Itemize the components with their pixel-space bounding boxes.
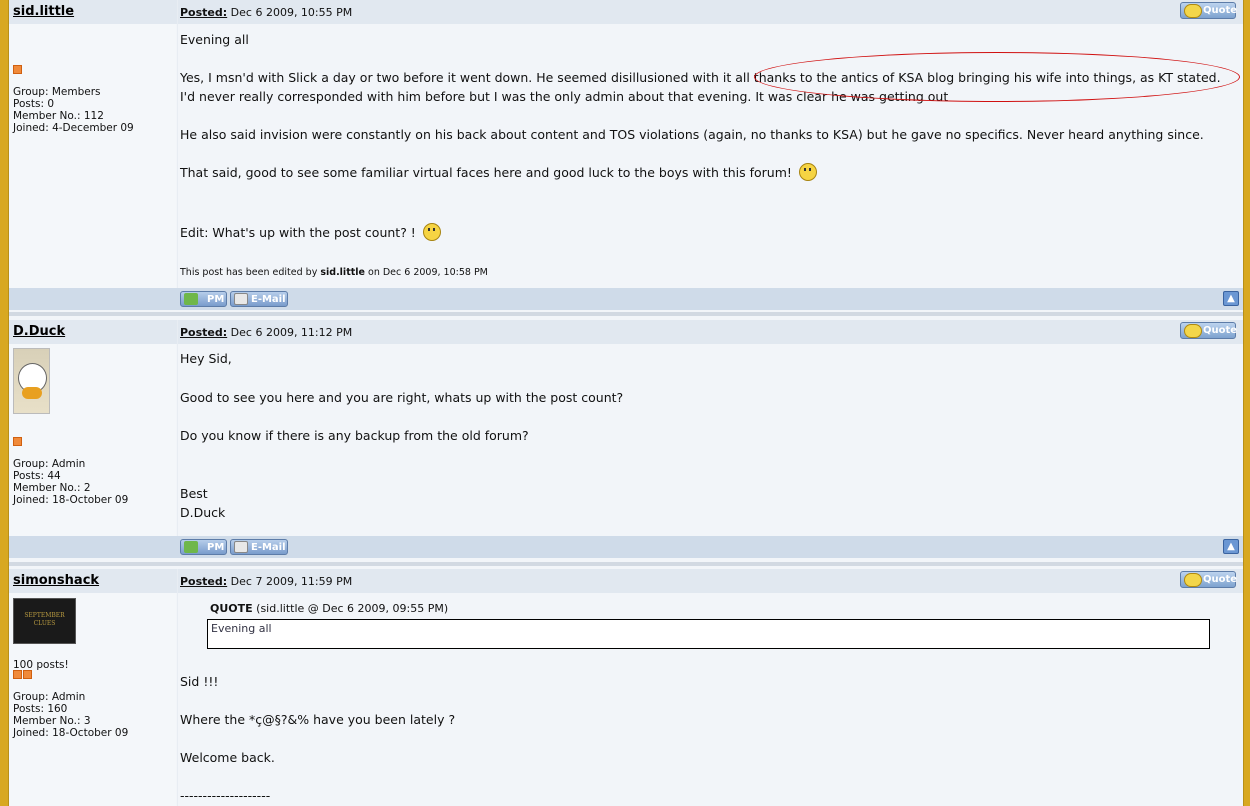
online-status-icon [13,437,22,446]
author-posts: Posts: 44 [13,470,61,482]
author-meta: Group: Admin Posts: 160 Member No.: 3 Jo… [13,691,128,739]
edit-prefix: This post has been edited by [180,267,318,278]
quote-button[interactable]: Quote [1180,322,1238,339]
quote-button[interactable]: Quote [1180,571,1238,588]
smiley-icon [798,163,817,181]
online-status-icon [13,65,22,74]
author-meta: Group: Members Posts: 0 Member No.: 112 … [13,86,134,134]
quote-icon [1184,4,1202,18]
signature-divider: -------------------- [180,788,271,803]
author-posts: Posts: 160 [13,703,68,715]
email-label: E-Mail [251,542,286,553]
edit-suffix: on Dec 6 2009, 10:58 PM [368,267,488,278]
pm-icon [184,293,198,305]
post-line: Best [180,486,208,501]
email-icon [234,293,248,305]
post-line: Evening all [180,32,249,47]
quote-label-text: QUOTE [210,602,253,615]
edit-user: sid.little [320,267,365,278]
arrow-up-icon[interactable]: ▲ [1223,291,1239,306]
online-status-icon [23,670,32,679]
posted-date-value: Dec 6 2009, 10:55 PM [230,6,353,19]
author-name[interactable]: sid.little [13,4,74,19]
post-line: Sid !!! [180,674,219,689]
posted-label[interactable]: Posted: [180,575,227,588]
pm-button[interactable]: PM [180,539,227,555]
post-line-text: That said, good to see some familiar vir… [180,165,792,180]
post-line: Do you know if there is any backup from … [180,428,529,443]
quote-icon [1184,573,1202,587]
author-joined: Joined: 18-October 09 [13,727,129,739]
author-name[interactable]: simonshack [13,573,99,588]
quote-header: QUOTE (sid.little @ Dec 6 2009, 09:55 PM… [210,602,448,615]
email-label: E-Mail [251,294,286,305]
post-line: He also said invision were constantly on… [180,127,1204,142]
post-line: That said, good to see some familiar vir… [180,163,817,182]
post-sid-little: sid.little Posted: Dec 6 2009, 10:55 PM … [9,0,1243,312]
post-separator [9,312,1243,316]
posted-date-value: Dec 7 2009, 11:59 PM [230,575,353,588]
author-name[interactable]: D.Duck [13,324,65,339]
author-member-no: Member No.: 2 [13,482,91,494]
post-line: I'd never really corresponded with him b… [180,89,949,104]
post-separator [9,562,1243,566]
author-meta: Group: Admin Posts: 44 Member No.: 2 Joi… [13,458,128,506]
post-date: Posted: Dec 6 2009, 10:55 PM [180,6,352,19]
post-line: Edit: What's up with the post count? ! [180,223,441,242]
post-line-text: Edit: What's up with the post count? ! [180,225,416,240]
post-footer: PM E-Mail ▲ [9,288,1243,310]
quote-box: Evening all [207,619,1210,649]
post-simonshack: simonshack Posted: Dec 7 2009, 11:59 PM … [9,569,1243,806]
quote-button[interactable]: Quote [1180,2,1238,19]
posted-label[interactable]: Posted: [180,6,227,19]
post-line: Good to see you here and you are right, … [180,390,624,405]
post-line: Welcome back. [180,750,275,765]
posted-label[interactable]: Posted: [180,326,227,339]
avatar: SEPTEMBER CLUES [13,598,76,644]
quote-label: Quote [1203,325,1238,336]
forum-thread: sid.little Posted: Dec 6 2009, 10:55 PM … [8,0,1244,806]
post-line: Hey Sid, [180,351,232,366]
avatar [13,348,50,414]
post-date: Posted: Dec 7 2009, 11:59 PM [180,575,352,588]
post-line: D.Duck [180,505,226,520]
quote-label: Quote [1203,574,1238,585]
quote-source: (sid.little @ Dec 6 2009, 09:55 PM) [256,602,449,615]
author-posts: Posts: 0 [13,98,54,110]
post-dduck: D.Duck Posted: Dec 6 2009, 11:12 PM Quot… [9,320,1243,562]
pm-label: PM [207,542,225,553]
email-button[interactable]: E-Mail [230,291,288,307]
confused-smiley-icon [422,223,441,241]
column-divider [177,0,178,288]
email-button[interactable]: E-Mail [230,539,288,555]
edit-note: This post has been edited by sid.little … [180,267,488,278]
email-icon [234,541,248,553]
online-status-icon [13,670,22,679]
post-footer: PM E-Mail ▲ [9,536,1243,558]
post-line: Where the *ç@§?&% have you been lately ? [180,712,456,727]
column-divider [177,320,178,536]
author-group: Group: Admin [13,691,86,703]
arrow-up-icon[interactable]: ▲ [1223,539,1239,554]
post-line: Yes, I msn'd with Slick a day or two bef… [180,70,1221,85]
quote-label: Quote [1203,5,1238,16]
post-date: Posted: Dec 6 2009, 11:12 PM [180,326,352,339]
pm-label: PM [207,294,225,305]
author-member-no: Member No.: 3 [13,715,91,727]
author-joined: Joined: 4-December 09 [13,122,134,134]
column-divider [177,569,178,806]
posted-date-value: Dec 6 2009, 11:12 PM [230,326,353,339]
quote-icon [1184,324,1202,338]
avatar-bill [22,387,42,399]
author-group: Group: Members [13,86,101,98]
pm-icon [184,541,198,553]
author-member-no: Member No.: 112 [13,110,104,122]
post-author-panel [9,24,176,288]
pm-button[interactable]: PM [180,291,227,307]
author-joined: Joined: 18-October 09 [13,494,129,506]
author-group: Group: Admin [13,458,86,470]
